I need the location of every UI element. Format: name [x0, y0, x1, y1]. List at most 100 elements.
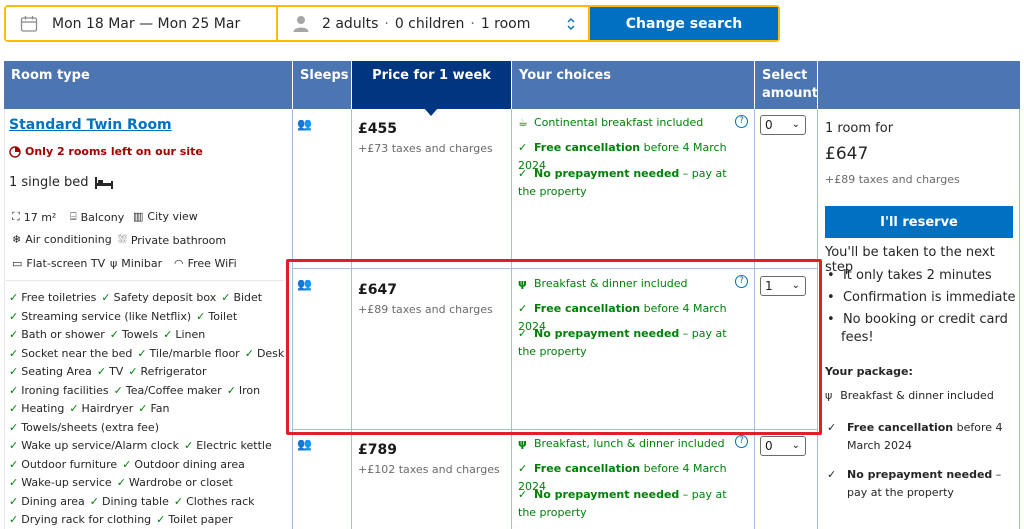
separator-dot: · [470, 15, 475, 32]
cutlery-icon: ψ [110, 257, 118, 270]
header-room-type: Room type [4, 61, 292, 109]
amenity-item: Bidet [233, 291, 263, 304]
check-icon: ✓ [156, 513, 166, 526]
check-icon: ✓ [9, 494, 19, 508]
check-icon: ✓ [196, 309, 206, 323]
check-icon: ✓ [9, 402, 19, 415]
amenities-row: ✓ Bath or shower ✓ Towels ✓ Linen [9, 328, 205, 341]
amenities-row: ✓ Wake-up service ✓ Wardrobe or closet [9, 476, 233, 489]
summary-taxes: +£89 taxes and charges [825, 173, 960, 186]
facility-label: 17 m² [23, 210, 57, 224]
check-icon: ✓ [518, 141, 528, 154]
tv-icon: ▭ [12, 257, 23, 270]
city-view-icon: ▥ [133, 210, 144, 223]
check-icon: ✓ [518, 462, 528, 475]
amenity-item: Wake up service/Alarm clock [21, 439, 180, 452]
meal-text: Continental breakfast included [534, 116, 704, 129]
facility-label: Balcony [80, 210, 125, 224]
amenities-row: ✓ Heating ✓ Hairdryer ✓ Fan [9, 402, 170, 415]
check-icon: ✓ [9, 476, 19, 489]
package-cancellation: ✓ Free cancellation before 4 March 2024 [825, 419, 1015, 455]
grid-line [4, 109, 5, 529]
check-icon: ✓ [9, 346, 19, 360]
option-price: £455 [358, 121, 397, 137]
amenities-row: ✓ Drying rack for clothing ✓ Toilet paper [9, 513, 233, 526]
amenity-item: Dining area [21, 494, 85, 508]
check-icon: ✓ [9, 383, 19, 397]
bed-icon [94, 176, 113, 189]
header-choices: Your choices [512, 61, 754, 109]
amenity-item: Iron [238, 383, 261, 397]
balcony-icon: ⌸ [70, 210, 77, 223]
facility-tv: ▭ Flat-screen TV [12, 257, 105, 270]
amenity-item: Heating [21, 402, 65, 415]
amenity-item: Refrigerator [140, 365, 207, 378]
select-value: 0 [765, 118, 773, 132]
summary-bullet: • It only takes 2 minutes [827, 268, 992, 283]
package-title: Your package: [825, 365, 913, 378]
search-bar: Mon 18 Mar — Mon 25 Mar 2 adults · 0 chi… [4, 5, 780, 42]
bullet-text: It only takes 2 minutes [842, 268, 992, 283]
bullet-text: Confirmation is immediate [842, 290, 1016, 305]
reserve-button[interactable]: I'll reserve [825, 206, 1013, 238]
meal-plan: ☕ Continental breakfast included [518, 114, 738, 132]
package-prepayment: ✓ No prepayment needed – pay at the prop… [825, 466, 1015, 502]
amenity-item: Tea/Coffee maker [125, 383, 222, 397]
check-icon: ✓ [137, 346, 147, 360]
dates-value: Mon 18 Mar — Mon 25 Mar [52, 15, 241, 32]
guests-selector[interactable]: 2 adults · 0 children · 1 room [278, 7, 588, 40]
amenity-item: Fan [150, 402, 170, 415]
amenities-row: ✓ Free toiletries ✓ Safety deposit box ✓ Bide… [9, 291, 262, 304]
room-amount-select[interactable]: 0 ⌄ [760, 115, 806, 135]
info-icon[interactable]: ? [735, 435, 748, 448]
amenity-item: Electric kettle [196, 439, 272, 452]
package-meal-text: Breakfast & dinner included [840, 389, 994, 402]
amenity-item: Safety deposit box [113, 291, 217, 304]
option-taxes: +£73 taxes and charges [358, 142, 493, 155]
coffee-cup-icon: ☕ [518, 116, 528, 129]
amenity-item: Tile/marble floor [149, 346, 240, 360]
facility-label: Air conditioning [25, 233, 112, 246]
amenities-row: ✓ Dining area ✓ Dining table ✓ Clothes rack [9, 495, 255, 508]
meal-plan: ψ Breakfast, lunch & dinner included [518, 435, 738, 453]
header-sleeps: Sleeps [293, 61, 351, 109]
amenity-item: Toilet [208, 309, 238, 323]
check-icon: ✓ [518, 488, 528, 501]
amenity-item: Dining table [101, 494, 169, 508]
date-picker-field[interactable]: Mon 18 Mar — Mon 25 Mar [6, 7, 276, 40]
amenity-item: Wake-up service [21, 476, 112, 489]
info-icon[interactable]: ? [735, 115, 748, 128]
check-icon: ✓ [827, 421, 837, 434]
check-icon: ✓ [128, 365, 138, 378]
check-icon: ✓ [9, 309, 19, 323]
amenity-item: Bath or shower [21, 328, 105, 341]
amenity-item: Toilet paper [168, 513, 233, 526]
amenity-item: Towels [121, 328, 159, 341]
chevron-down-icon: ⌄ [791, 440, 800, 451]
amenity-item: Outdoor furniture [21, 457, 118, 471]
scarcity-text: Only 2 rooms left on our site [25, 145, 203, 158]
facility-city-view: ▥ City view [133, 210, 198, 223]
prepayment-policy: ✓ No prepayment needed – pay at the prope… [518, 165, 738, 201]
cutlery-icon: ψ [518, 437, 527, 450]
amenities-row: ✓ Seating Area ✓ TV ✓ Refrigerator [9, 365, 206, 378]
cancellation-bold: Free cancellation [534, 141, 641, 154]
facility-label: Flat-screen TV [26, 257, 106, 270]
bed-text: 1 single bed [9, 175, 89, 190]
amenity-item: Wardrobe or closet [128, 476, 233, 489]
check-icon: ✓ [9, 513, 19, 526]
check-icon: ✓ [163, 328, 173, 341]
room-amount-select[interactable]: 0 ⌄ [760, 436, 806, 456]
prepayment-bold: No prepayment needed [534, 488, 680, 501]
rooms-value: 1 room [480, 15, 531, 32]
header-price: Price for 1 week [352, 61, 511, 109]
option-price: £789 [358, 442, 397, 458]
change-search-button[interactable]: Change search [590, 7, 778, 40]
facility-size: ⛶ 17 m² [12, 210, 56, 224]
snowflake-icon: ❄ [12, 233, 22, 246]
room-title-link[interactable]: Standard Twin Room [9, 117, 172, 133]
check-icon: ✓ [9, 439, 19, 452]
check-icon: ✓ [138, 402, 148, 415]
separator-dot: · [384, 15, 389, 32]
amenities-row: ✓ Outdoor furniture ✓ Outdoor dining area [9, 458, 245, 471]
